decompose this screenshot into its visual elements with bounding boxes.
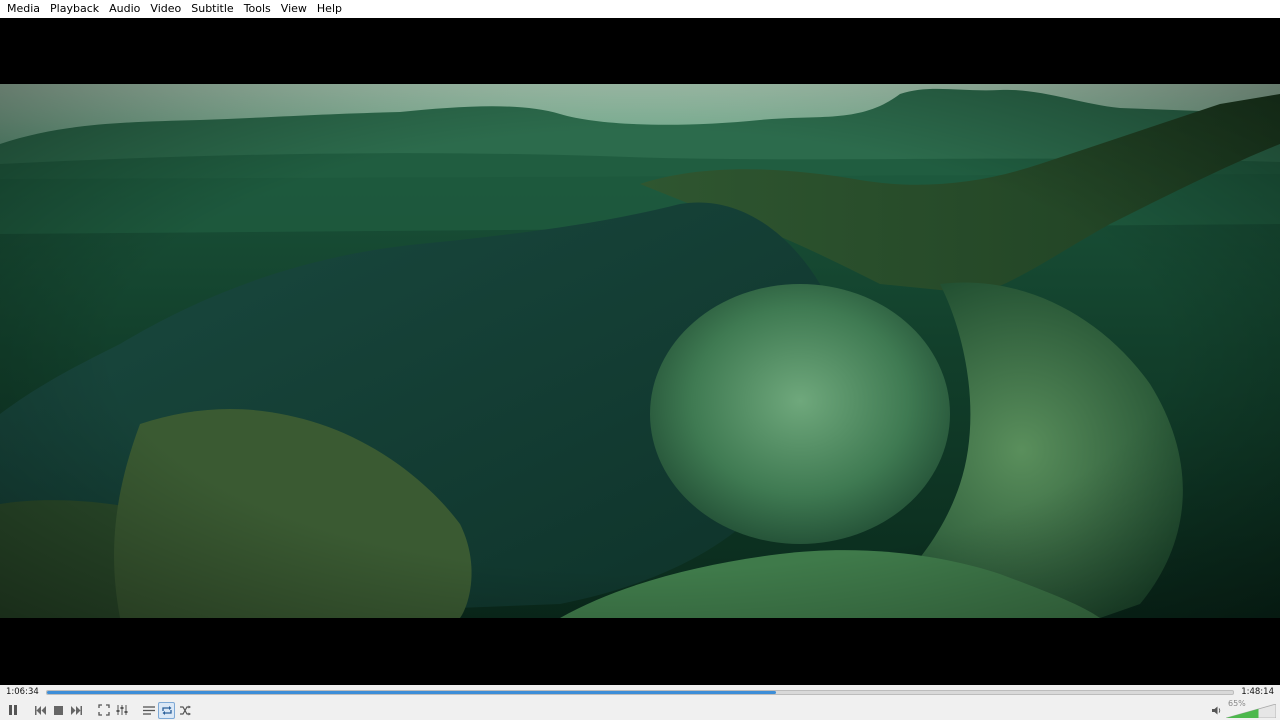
previous-button[interactable] [32, 702, 49, 719]
menu-tools[interactable]: Tools [239, 0, 276, 18]
menu-subtitle[interactable]: Subtitle [186, 0, 238, 18]
video-frame [0, 84, 1280, 618]
control-bar: 1:06:34 1:48:14 65% [0, 685, 1280, 720]
pause-button[interactable] [3, 701, 22, 719]
menu-bar: Media Playback Audio Video Subtitle Tool… [0, 0, 1280, 18]
volume-slider[interactable]: 65% [1225, 699, 1277, 719]
menu-help[interactable]: Help [312, 0, 347, 18]
extended-settings-button[interactable] [113, 702, 130, 719]
seek-progress [47, 690, 777, 694]
menu-playback[interactable]: Playback [45, 0, 104, 18]
skip-next-icon [71, 705, 82, 715]
seek-row: 1:06:34 1:48:14 [0, 685, 1280, 699]
shuffle-button[interactable] [176, 702, 193, 719]
pause-icon [8, 705, 17, 715]
skip-previous-icon [35, 705, 46, 715]
total-time: 1:48:14 [1241, 687, 1274, 697]
stop-icon [54, 705, 63, 715]
menu-view[interactable]: View [276, 0, 312, 18]
video-surface[interactable] [0, 18, 1280, 685]
menu-media[interactable]: Media [2, 0, 45, 18]
volume-percent: 65% [1228, 699, 1246, 708]
loop-button[interactable] [158, 701, 175, 719]
next-button[interactable] [68, 702, 85, 719]
media-player-window: Media Playback Audio Video Subtitle Tool… [0, 0, 1280, 720]
loop-icon [161, 705, 172, 715]
fullscreen-icon [97, 704, 110, 716]
equalizer-icon [116, 705, 127, 715]
menu-audio[interactable]: Audio [104, 0, 145, 18]
stop-button[interactable] [50, 702, 67, 719]
playback-buttons [0, 700, 1280, 720]
seek-slider[interactable] [46, 689, 1234, 695]
video-still-image [0, 84, 1280, 618]
shuffle-icon [179, 705, 191, 715]
menu-video[interactable]: Video [145, 0, 186, 18]
fullscreen-button[interactable] [95, 702, 112, 719]
elapsed-time: 1:06:34 [6, 687, 39, 697]
speaker-icon[interactable] [1211, 704, 1223, 716]
playlist-icon [142, 705, 155, 715]
volume-control: 65% [1211, 699, 1277, 719]
playlist-button[interactable] [140, 702, 157, 719]
